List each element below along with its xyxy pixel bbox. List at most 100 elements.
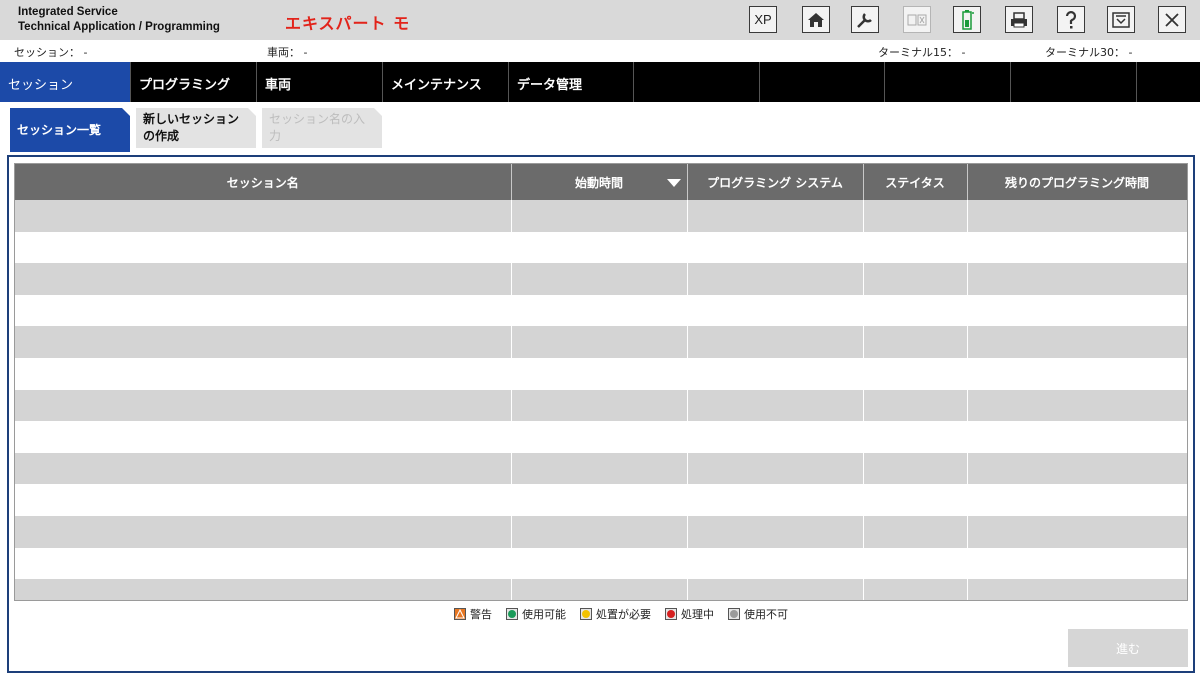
app-title: Integrated Service Technical Application… [18,5,220,35]
subtab-new-session-line1: 新しいセッション [143,112,240,126]
table-cell [511,294,688,327]
subtab-session-list[interactable]: セッション一覧 [10,108,130,152]
tab-programming[interactable]: プログラミング [131,62,257,102]
xp-button[interactable]: XP [749,6,777,33]
home-button[interactable] [802,6,830,33]
col-header-session-name[interactable]: セッション名 [15,164,512,200]
table-cell [15,515,512,548]
home-icon [808,12,824,27]
tab-session[interactable]: セッション [0,62,131,102]
table-cell [511,389,688,422]
table-cell [511,231,688,264]
table-row[interactable] [15,421,1187,453]
tab-empty-4 [1011,62,1137,102]
service-button[interactable] [851,6,879,33]
table-row[interactable] [15,484,1187,516]
legend-label: 警告 [470,608,492,621]
status-dot-icon [580,608,592,620]
table-row[interactable] [15,263,1187,295]
subtab-enter-session-name: セッション名の入 力 [262,108,382,148]
table-cell [863,515,968,548]
status-dot-icon [665,608,677,620]
table-cell [967,579,1187,600]
table-cell [863,294,968,327]
battery-button[interactable] [953,6,981,33]
table-cell [687,294,864,327]
table-cell [687,263,864,295]
table-cell [15,547,512,580]
status-dot-icon [506,608,518,620]
subtab-enter-name-line1: セッション名の入 [269,112,366,126]
table-cell [15,200,512,232]
table-row[interactable] [15,515,1187,548]
table-cell [863,452,968,485]
tab-vehicle[interactable]: 車両 [257,62,383,102]
subtab-new-session[interactable]: 新しいセッション の作成 [136,108,256,148]
tab-maintenance[interactable]: メインテナンス [383,62,509,102]
terminal15-info: ターミナル15： - [878,46,966,59]
table-body [15,200,1187,600]
table-cell [511,326,688,358]
subtab-enter-name-line2: 力 [269,129,282,143]
table-row[interactable] [15,231,1187,264]
table-cell [511,421,688,453]
table-cell [863,357,968,390]
table-cell [15,231,512,264]
table-cell [967,200,1187,232]
expert-mode-label: エキスパート モ [285,14,411,33]
status-bar: セッション： - 車両： - ターミナル15： - ターミナル30： - [0,40,1200,62]
session-table: セッション名 始動時間 プログラミング システム ステイタス 残りのプログラミン… [15,164,1187,600]
close-icon [1165,12,1179,27]
help-button[interactable] [1057,6,1085,33]
table-cell [967,357,1187,390]
table-cell [687,484,864,516]
table-row[interactable] [15,200,1187,232]
session-table-container: セッション名 始動時間 プログラミング システム ステイタス 残りのプログラミン… [14,163,1188,601]
legend-label: 処置が必要 [596,608,651,621]
col-header-start-time[interactable]: 始動時間 [511,164,688,200]
close-button[interactable] [1158,6,1186,33]
col-header-status[interactable]: ステイタス [863,164,968,200]
connection-icon [907,14,927,25]
terminal30-info: ターミナル30： - [1045,46,1133,59]
tab-data-management[interactable]: データ管理 [509,62,634,102]
table-row[interactable] [15,389,1187,422]
sort-desc-icon [666,179,681,187]
table-row[interactable] [15,579,1187,600]
table-cell [687,389,864,422]
connection-button[interactable] [903,6,931,33]
col-header-programming-system[interactable]: プログラミング システム [687,164,864,200]
table-row[interactable] [15,547,1187,580]
table-cell [687,547,864,580]
table-cell [863,579,968,600]
table-row[interactable] [15,326,1187,358]
table-header-row: セッション名 始動時間 プログラミング システム ステイタス 残りのプログラミン… [15,164,1187,200]
table-row[interactable] [15,452,1187,485]
print-button[interactable] [1005,6,1033,33]
table-cell [15,421,512,453]
table-cell [863,326,968,358]
table-cell [15,263,512,295]
printer-icon [1011,11,1027,27]
proceed-button[interactable]: 進む [1068,629,1188,667]
table-cell [967,389,1187,422]
list-collapse-icon [1112,11,1130,28]
table-cell [967,547,1187,580]
table-cell [687,515,864,548]
table-cell [15,484,512,516]
col-header-remaining-time[interactable]: 残りのプログラミング時間 [967,164,1187,200]
table-cell [687,579,864,600]
table-row[interactable] [15,357,1187,390]
table-cell [15,452,512,485]
table-cell [15,579,512,600]
tab-empty-2 [760,62,885,102]
minimize-button[interactable] [1107,6,1135,33]
xp-label: XP [754,12,772,27]
table-cell [687,421,864,453]
col-header-start-time-label: 始動時間 [574,175,623,190]
app-window: Integrated Service Technical Application… [0,0,1200,675]
table-row[interactable] [15,294,1187,327]
wrench-icon [857,12,872,28]
table-cell [967,421,1187,453]
legend-item: 処理中 [665,606,714,622]
